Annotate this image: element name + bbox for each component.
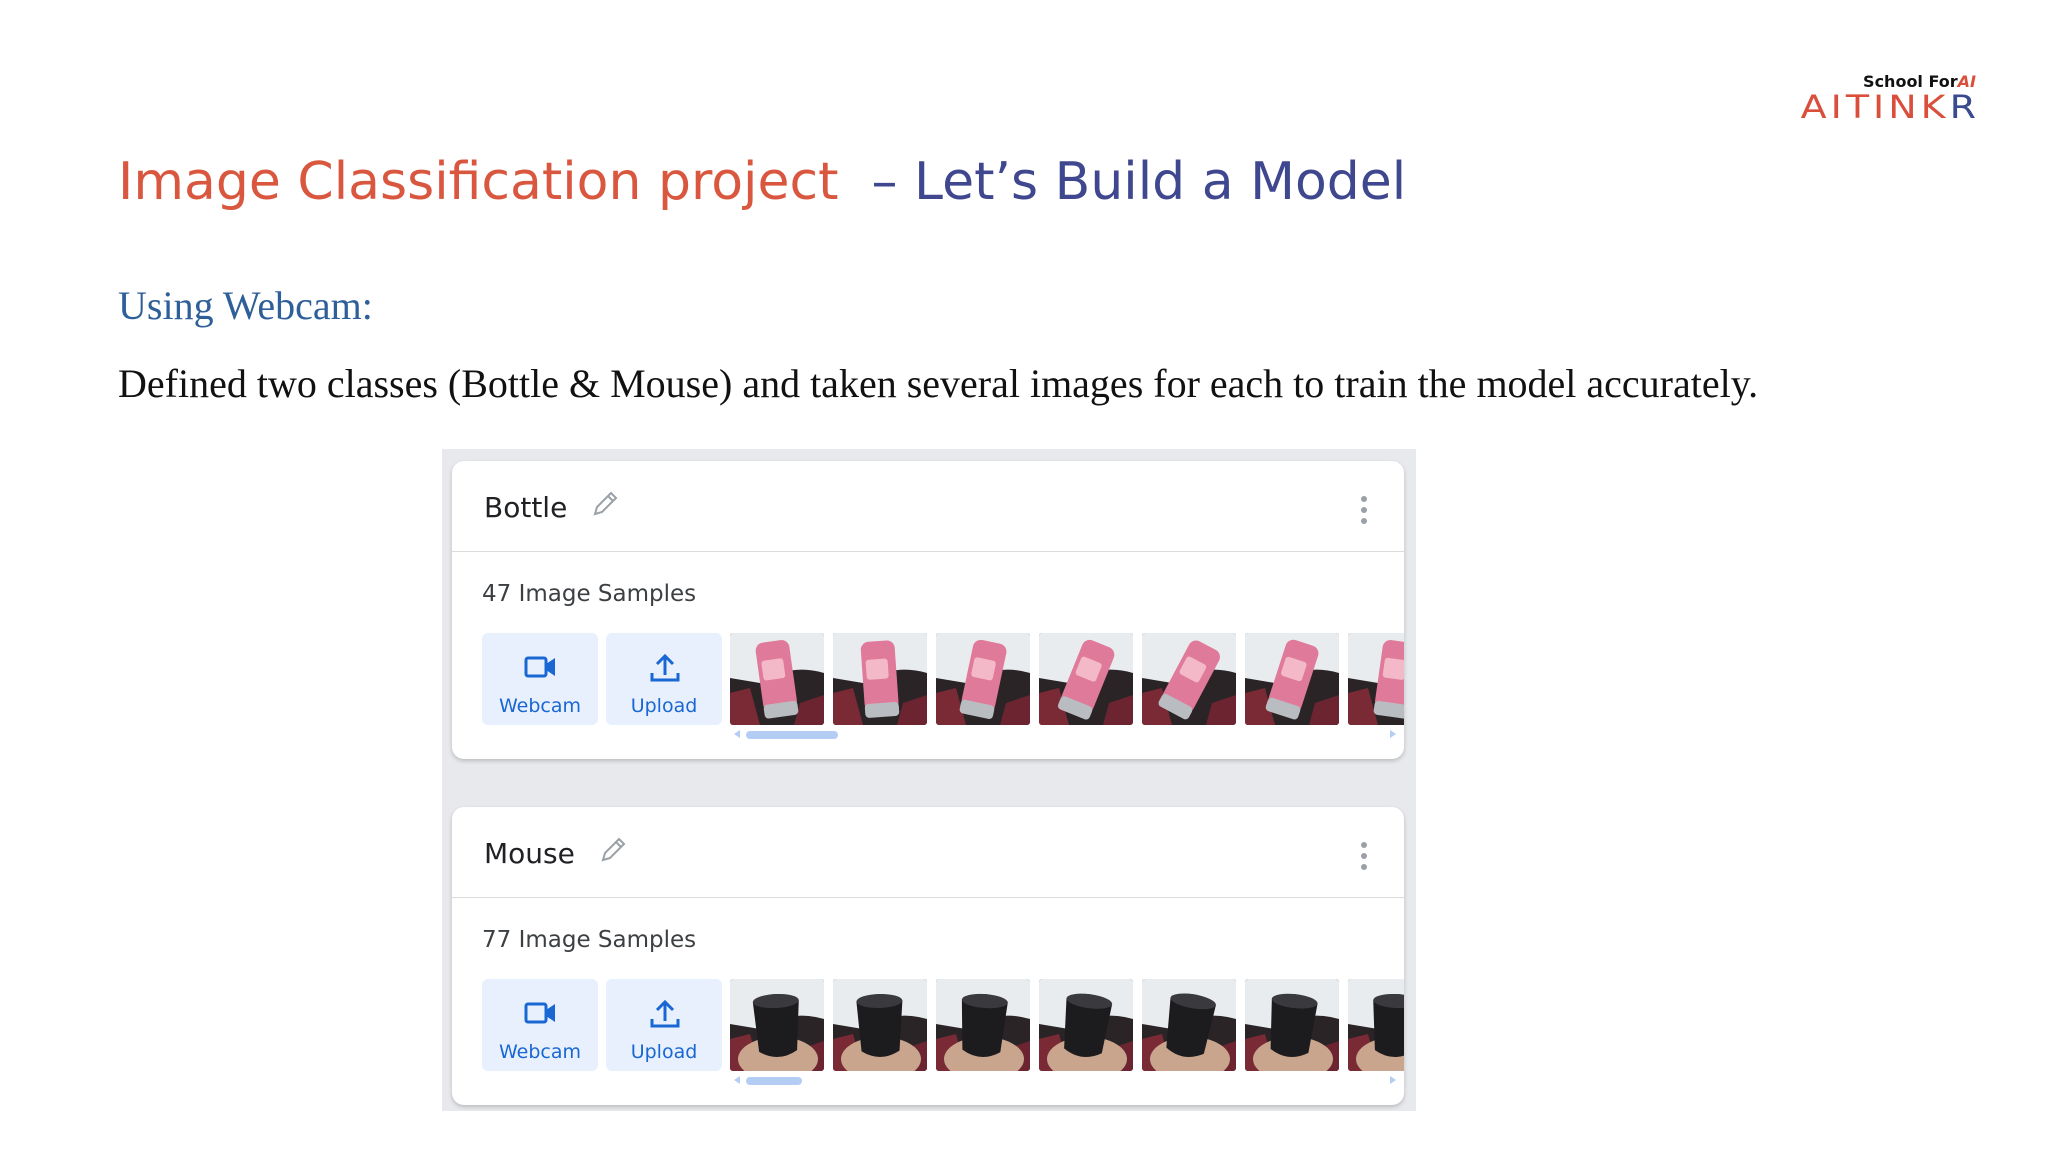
more-vert-icon[interactable]	[1360, 495, 1368, 525]
scroll-right-icon[interactable]	[1388, 729, 1398, 739]
section-heading: Using Webcam:	[118, 283, 373, 328]
image-samples-count: 77 Image Samples	[482, 927, 697, 953]
sample-thumbnail[interactable]	[1245, 979, 1339, 1071]
brand-logo: School ForAI AITINKR	[1750, 70, 1980, 130]
scrollbar-thumb[interactable]	[746, 1077, 802, 1085]
class-card-header: Bottle	[452, 461, 1404, 552]
teachable-machine-screenshot: Bottle 47 Image Samples Webcam Upload Mo…	[442, 449, 1416, 1111]
upload-icon	[650, 653, 680, 682]
sample-thumbnails	[730, 979, 1404, 1071]
slide-title-sub: – Let’s Build a Model	[871, 152, 1407, 212]
upload-icon	[650, 999, 680, 1028]
upload-button-label: Upload	[630, 1041, 698, 1063]
upload-button-label: Upload	[630, 695, 698, 717]
webcam-button[interactable]: Webcam	[482, 633, 598, 725]
sample-thumbnail[interactable]	[833, 633, 927, 725]
slide-title-main: Image Classification project	[118, 152, 839, 212]
logo-wordmark: AITINKR	[1801, 88, 1980, 125]
logo-wordmark-main: AITINK	[1800, 88, 1950, 126]
thumbnail-scrollbar[interactable]	[732, 1075, 1398, 1085]
class-name[interactable]: Bottle	[484, 491, 567, 524]
sample-thumbnail[interactable]	[730, 979, 824, 1071]
class-card-bottle: Bottle 47 Image Samples Webcam Upload	[452, 461, 1404, 759]
sample-thumbnail[interactable]	[1142, 979, 1236, 1071]
slide-title: Image Classification project – Let’s Bui…	[118, 152, 1406, 212]
sample-thumbnail[interactable]	[1348, 633, 1404, 725]
scrollbar-thumb[interactable]	[746, 731, 838, 739]
webcam-button[interactable]: Webcam	[482, 979, 598, 1071]
videocam-icon	[524, 656, 555, 678]
edit-pencil-icon[interactable]	[590, 489, 620, 519]
logo-wordmark-end: R	[1949, 88, 1980, 126]
thumbnail-scrollbar[interactable]	[732, 729, 1398, 739]
class-card-header: Mouse	[452, 807, 1404, 898]
scroll-left-icon[interactable]	[732, 729, 742, 739]
sample-thumbnail[interactable]	[1245, 633, 1339, 725]
edit-pencil-icon[interactable]	[598, 835, 628, 865]
webcam-button-label: Webcam	[498, 695, 582, 717]
upload-button[interactable]: Upload	[606, 633, 722, 725]
webcam-button-label: Webcam	[498, 1041, 582, 1063]
videocam-icon	[524, 1002, 555, 1024]
sample-thumbnail[interactable]	[833, 979, 927, 1071]
description-text: Defined two classes (Bottle & Mouse) and…	[118, 361, 1759, 406]
more-vert-icon[interactable]	[1360, 841, 1368, 871]
class-name[interactable]: Mouse	[484, 837, 575, 870]
image-samples-count: 47 Image Samples	[482, 581, 697, 607]
sample-thumbnail[interactable]	[936, 633, 1030, 725]
sample-thumbnails	[730, 633, 1404, 725]
sample-thumbnail[interactable]	[1348, 979, 1404, 1071]
class-card-mouse: Mouse 77 Image Samples Webcam Upload	[452, 807, 1404, 1105]
upload-button[interactable]: Upload	[606, 979, 722, 1071]
sample-thumbnail[interactable]	[936, 979, 1030, 1071]
sample-thumbnail[interactable]	[730, 633, 824, 725]
sample-thumbnail[interactable]	[1039, 979, 1133, 1071]
scroll-right-icon[interactable]	[1388, 1075, 1398, 1085]
scroll-left-icon[interactable]	[732, 1075, 742, 1085]
sample-thumbnail[interactable]	[1039, 633, 1133, 725]
sample-thumbnail[interactable]	[1142, 633, 1236, 725]
